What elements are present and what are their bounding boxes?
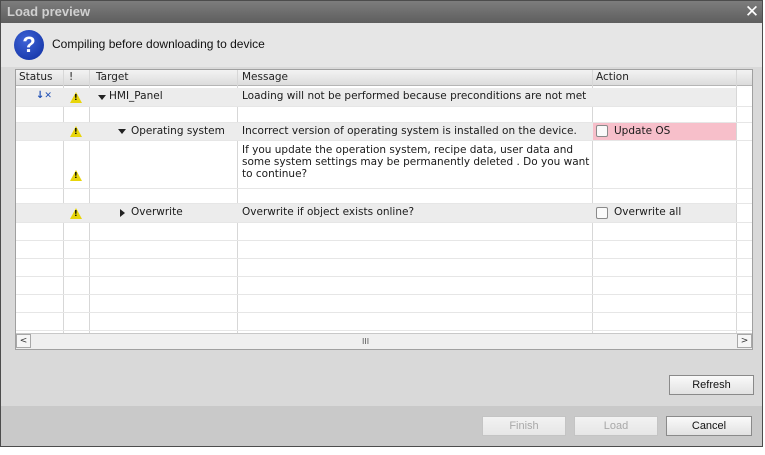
message-cell: Overwrite if object exists online? xyxy=(242,206,415,218)
scroll-thumb[interactable]: III xyxy=(362,337,369,346)
warning-icon xyxy=(70,92,82,103)
table-header: Status ! Target Message Action xyxy=(16,70,752,86)
collapse-arrow-icon[interactable] xyxy=(118,129,126,134)
load-preview-dialog: Load preview ✕ ? Compiling before downlo… xyxy=(0,0,763,447)
message-cell: Incorrect version of operating system is… xyxy=(242,125,577,137)
refresh-button[interactable]: Refresh xyxy=(669,375,754,395)
column-header-status[interactable]: Status xyxy=(19,71,52,83)
column-header-message[interactable]: Message xyxy=(242,71,288,83)
table-row[interactable]: Overwrite Overwrite if object exists onl… xyxy=(16,204,736,222)
horizontal-scrollbar[interactable]: < III > xyxy=(16,333,752,349)
table-row[interactable]: If you update the operation system, reci… xyxy=(16,141,736,188)
header-panel: ? Compiling before downloading to device xyxy=(1,23,762,67)
scroll-left-button[interactable]: < xyxy=(16,334,31,348)
load-button[interactable]: Load xyxy=(574,416,658,436)
finish-button[interactable]: Finish xyxy=(482,416,566,436)
target-cell: Operating system xyxy=(131,125,225,137)
target-cell: Overwrite xyxy=(131,206,183,218)
column-header-warning[interactable]: ! xyxy=(69,71,73,83)
warning-icon xyxy=(70,208,82,219)
expand-arrow-icon[interactable] xyxy=(120,209,125,217)
title-bar: Load preview ✕ xyxy=(1,1,762,23)
scroll-right-button[interactable]: > xyxy=(737,334,752,348)
cancel-button[interactable]: Cancel xyxy=(666,416,752,436)
collapse-arrow-icon[interactable] xyxy=(98,95,106,100)
update-os-label: Update OS xyxy=(614,125,671,137)
column-header-target[interactable]: Target xyxy=(96,71,128,83)
warning-icon xyxy=(70,126,82,137)
overwrite-all-checkbox[interactable] xyxy=(596,207,608,219)
close-icon[interactable]: ✕ xyxy=(742,1,762,23)
message-line: If you update the operation system, reci… xyxy=(242,144,574,156)
message-cell: Loading will not be performed because pr… xyxy=(242,90,587,102)
warning-icon xyxy=(70,170,82,181)
question-icon: ? xyxy=(14,30,44,60)
column-header-action[interactable]: Action xyxy=(596,71,629,83)
target-cell: HMI_Panel xyxy=(109,90,163,102)
window-title: Load preview xyxy=(7,4,91,19)
download-status-icon: ↓✕ xyxy=(36,90,52,101)
load-preview-table: Status ! Target Message Action ↓✕ HMI xyxy=(15,69,753,350)
message-line: some system settings may be permanently … xyxy=(242,156,590,168)
update-os-checkbox[interactable] xyxy=(596,125,608,137)
table-row[interactable]: ↓✕ HMI_Panel Loading will not be perform… xyxy=(16,88,736,106)
message-line: to continue? xyxy=(242,168,308,180)
table-row[interactable]: Operating system Incorrect version of op… xyxy=(16,123,736,140)
overwrite-all-label: Overwrite all xyxy=(614,206,682,218)
header-message: Compiling before downloading to device xyxy=(52,37,265,51)
